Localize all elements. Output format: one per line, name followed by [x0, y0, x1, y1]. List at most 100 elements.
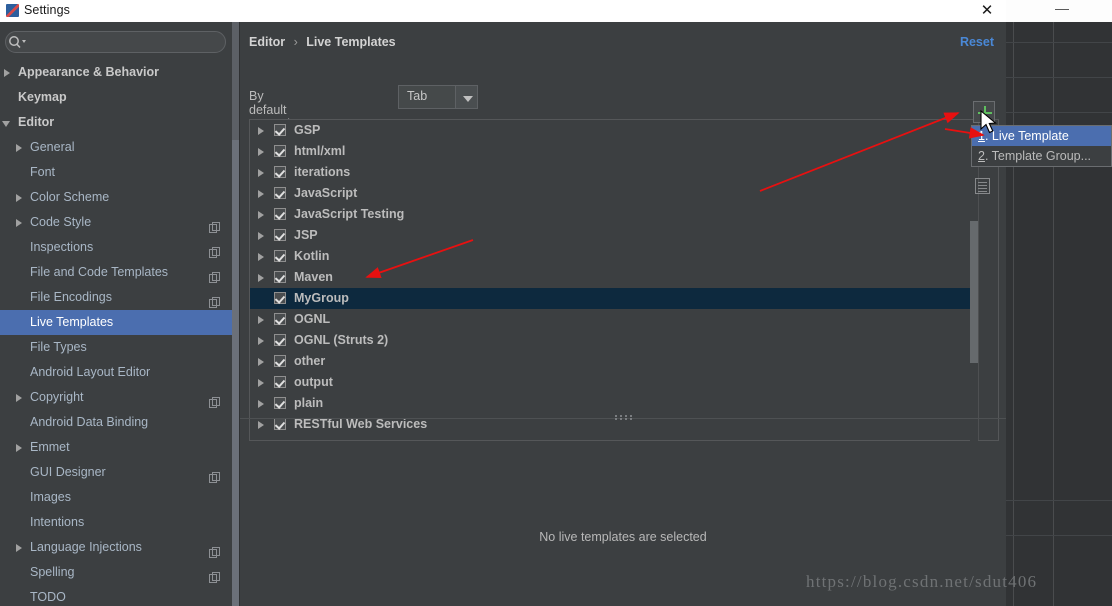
sidebar-scrollbar-thumb[interactable]: [232, 140, 239, 606]
chevron-right-icon[interactable]: [258, 253, 264, 261]
checkbox-checked-icon[interactable]: [274, 334, 286, 346]
menu-item-template-group[interactable]: 2. Template Group...: [972, 146, 1111, 166]
template-group-row[interactable]: html/xml: [250, 141, 972, 162]
checkbox-checked-icon[interactable]: [274, 355, 286, 367]
chevron-right-icon[interactable]: [13, 185, 27, 210]
checkbox-checked-icon[interactable]: [274, 208, 286, 220]
splitter-handle[interactable]: [615, 415, 635, 420]
template-group-row[interactable]: other: [250, 351, 972, 372]
chevron-right-icon[interactable]: [258, 127, 264, 135]
checkbox-checked-icon[interactable]: [274, 166, 286, 178]
sidebar-item-file-and-code-templates[interactable]: File and Code Templates: [0, 260, 232, 285]
expand-with-select[interactable]: Tab: [398, 85, 478, 109]
template-group-row[interactable]: GSP: [250, 120, 972, 141]
chevron-right-icon[interactable]: [258, 337, 264, 345]
chevron-down-icon[interactable]: [455, 86, 477, 108]
template-list-scrollbar[interactable]: [970, 121, 978, 441]
checkbox-checked-icon[interactable]: [274, 145, 286, 157]
sidebar-item-gui-designer[interactable]: GUI Designer: [0, 460, 232, 485]
checkbox-checked-icon[interactable]: [274, 397, 286, 409]
chevron-right-icon[interactable]: [258, 379, 264, 387]
sidebar-item-general[interactable]: General: [0, 135, 232, 160]
chevron-right-icon[interactable]: [258, 169, 264, 177]
search-field[interactable]: [5, 31, 226, 53]
template-group-row[interactable]: JSP: [250, 225, 972, 246]
sidebar-item-copyright[interactable]: Copyright: [0, 385, 232, 410]
chevron-down-icon[interactable]: [1, 110, 15, 135]
document-icon[interactable]: [975, 178, 990, 194]
chevron-right-icon[interactable]: [258, 316, 264, 324]
template-group-row[interactable]: JavaScript Testing: [250, 204, 972, 225]
template-group-row[interactable]: OGNL (Struts 2): [250, 330, 972, 351]
template-groups-list[interactable]: GSP html/xml iterations JavaScript JavaScrip…: [250, 120, 972, 440]
chevron-right-icon[interactable]: [258, 190, 264, 198]
copy-icon: [209, 567, 220, 583]
sidebar-item-file-types[interactable]: File Types: [0, 335, 232, 360]
chevron-right-icon[interactable]: [13, 135, 27, 160]
chevron-right-icon[interactable]: [13, 435, 27, 460]
chevron-right-icon[interactable]: [258, 421, 264, 429]
sidebar-item-editor[interactable]: Editor: [0, 110, 232, 135]
chevron-right-icon[interactable]: [258, 400, 264, 408]
template-group-row[interactable]: JavaScript: [250, 183, 972, 204]
sidebar-item-appearance-behavior[interactable]: Appearance & Behavior: [0, 60, 232, 85]
sidebar-item-font[interactable]: Font: [0, 160, 232, 185]
chevron-right-icon[interactable]: [258, 232, 264, 240]
sidebar-item-android-data-binding[interactable]: Android Data Binding: [0, 410, 232, 435]
sidebar-item-label: Editor: [18, 115, 55, 129]
watermark: https://blog.csdn.net/sdut406: [806, 572, 1038, 591]
template-list-scrollbar-thumb[interactable]: [970, 221, 978, 363]
sidebar-item-intentions[interactable]: Intentions: [0, 510, 232, 535]
chevron-right-icon[interactable]: [13, 535, 27, 560]
sidebar-item-file-encodings[interactable]: File Encodings: [0, 285, 232, 310]
checkbox-checked-icon[interactable]: [274, 187, 286, 199]
chevron-right-icon[interactable]: [258, 358, 264, 366]
sidebar-scrollbar[interactable]: [232, 22, 239, 606]
checkbox-checked-icon[interactable]: [274, 292, 286, 304]
breadcrumb-parent[interactable]: Editor: [249, 35, 285, 49]
search-input[interactable]: [29, 33, 219, 50]
checkbox-checked-icon[interactable]: [274, 250, 286, 262]
checkbox-checked-icon[interactable]: [274, 229, 286, 241]
search-icon: [9, 36, 26, 49]
template-group-row[interactable]: Maven: [250, 267, 972, 288]
sidebar-item-inspections[interactable]: Inspections: [0, 235, 232, 260]
reset-link[interactable]: Reset: [960, 35, 994, 49]
sidebar-item-live-templates[interactable]: Live Templates: [0, 310, 232, 335]
template-group-row[interactable]: iterations: [250, 162, 972, 183]
chevron-right-icon[interactable]: [258, 274, 264, 282]
checkbox-checked-icon[interactable]: [274, 418, 286, 430]
sidebar-item-label: Android Data Binding: [30, 415, 149, 429]
checkbox-checked-icon[interactable]: [274, 376, 286, 388]
template-group-label: OGNL (Struts 2): [294, 333, 389, 347]
minimize-icon[interactable]: [1055, 9, 1069, 10]
chevron-right-icon[interactable]: [13, 385, 27, 410]
sidebar-item-spelling[interactable]: Spelling: [0, 560, 232, 585]
checkbox-checked-icon[interactable]: [274, 313, 286, 325]
sidebar-item-code-style[interactable]: Code Style: [0, 210, 232, 235]
template-group-row[interactable]: output: [250, 372, 972, 393]
sidebar-item-images[interactable]: Images: [0, 485, 232, 510]
checkbox-checked-icon[interactable]: [274, 271, 286, 283]
chevron-right-icon[interactable]: [258, 148, 264, 156]
template-group-row[interactable]: OGNL: [250, 309, 972, 330]
chevron-right-icon[interactable]: [1, 60, 15, 85]
sidebar-item-emmet[interactable]: Emmet: [0, 435, 232, 460]
template-group-row[interactable]: Kotlin: [250, 246, 972, 267]
template-group-row[interactable]: plain: [250, 393, 972, 414]
close-icon[interactable]: ✕: [976, 2, 998, 20]
breadcrumb-current: Live Templates: [306, 35, 396, 49]
sidebar-item-color-scheme[interactable]: Color Scheme: [0, 185, 232, 210]
sidebar-item-android-layout-editor[interactable]: Android Layout Editor: [0, 360, 232, 385]
sidebar-item-todo[interactable]: TODO: [0, 585, 232, 606]
chevron-right-icon[interactable]: [258, 211, 264, 219]
template-group-row[interactable]: MyGroup: [250, 288, 972, 309]
sidebar-item-language-injections[interactable]: Language Injections: [0, 535, 232, 560]
sidebar-item-keymap[interactable]: Keymap: [0, 85, 232, 110]
checkbox-checked-icon[interactable]: [274, 124, 286, 136]
chevron-right-icon[interactable]: [13, 210, 27, 235]
sidebar-item-label: Keymap: [18, 90, 67, 104]
